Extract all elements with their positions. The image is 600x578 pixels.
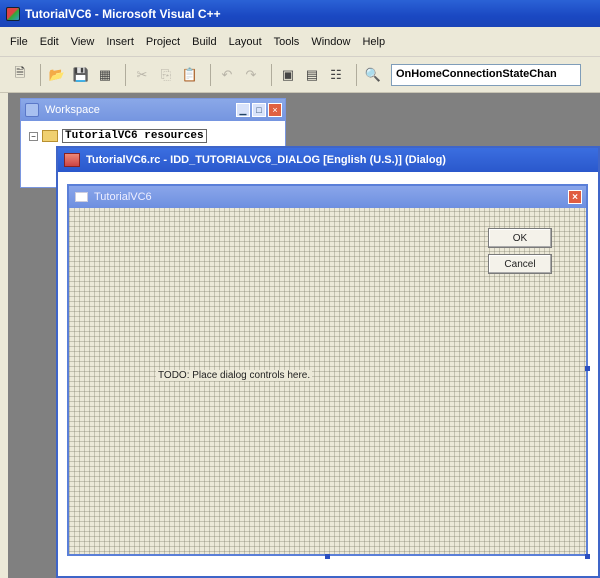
toolbar-separator [125, 63, 126, 86]
menu-layout[interactable]: Layout [229, 36, 262, 48]
workspace-title-bar[interactable]: Workspace ▁ □ × [21, 99, 285, 121]
save-all-icon[interactable]: ▦ [95, 65, 115, 85]
redo-icon[interactable]: ↷ [241, 65, 261, 85]
workspace-controls: ▁ □ × [236, 103, 282, 117]
maximize-icon[interactable]: □ [252, 103, 266, 117]
menu-file[interactable]: File [10, 36, 28, 48]
new-icon[interactable]: 🗎 [10, 65, 30, 85]
minimize-icon[interactable]: ▁ [236, 103, 250, 117]
windows-icon[interactable]: ☷ [326, 65, 346, 85]
folder-icon [42, 130, 58, 142]
editor-title-bar[interactable]: TutorialVC6.rc - IDD_TUTORIALVC6_DIALOG … [58, 148, 598, 172]
dialog-icon [75, 192, 88, 202]
menu-edit[interactable]: Edit [40, 36, 59, 48]
resource-icon [64, 153, 80, 167]
menu-bar: File Edit View Insert Project Build Layo… [0, 27, 600, 57]
output-icon[interactable]: ▤ [302, 65, 322, 85]
menu-tools[interactable]: Tools [274, 36, 300, 48]
copy-icon[interactable]: ⎘ [156, 65, 176, 85]
toolbar-separator [40, 63, 41, 86]
undo-icon[interactable]: ↶ [217, 65, 237, 85]
cancel-button[interactable]: Cancel [488, 254, 552, 274]
toolbar-separator [210, 63, 211, 86]
close-icon[interactable]: × [268, 103, 282, 117]
menu-insert[interactable]: Insert [106, 36, 134, 48]
menu-project[interactable]: Project [146, 36, 180, 48]
menu-help[interactable]: Help [362, 36, 385, 48]
resize-handle-bottom[interactable] [325, 554, 330, 559]
dock-strip [0, 93, 8, 578]
collapse-icon[interactable]: − [29, 131, 38, 141]
resize-handle-corner[interactable] [585, 554, 590, 559]
workspace-icon[interactable]: ▣ [278, 65, 298, 85]
tree-item-resources[interactable]: − TutorialVC6 resources [29, 129, 207, 143]
dialog-template[interactable]: TutorialVC6 × OK Cancel TODO: Place dial… [67, 184, 588, 556]
menu-view[interactable]: View [71, 36, 95, 48]
visual-cpp-icon[interactable] [6, 6, 20, 21]
app-title: TutorialVC6 - Microsoft Visual C++ [25, 6, 221, 21]
ok-button[interactable]: OK [488, 228, 552, 248]
workspace-title: Workspace [45, 104, 100, 116]
workspace-icon [25, 103, 39, 117]
member-combo[interactable]: OnHomeConnectionStateChan [391, 63, 581, 86]
dialog-title: TutorialVC6 [94, 191, 152, 203]
tree-item-label[interactable]: TutorialVC6 resources [62, 129, 207, 143]
resize-handle-right[interactable] [585, 366, 590, 371]
dialog-editor-window: TutorialVC6.rc - IDD_TUTORIALVC6_DIALOG … [56, 146, 600, 578]
cut-icon[interactable]: ✂ [132, 65, 152, 85]
save-icon[interactable]: 💾 [71, 65, 91, 85]
close-icon[interactable]: × [568, 190, 582, 204]
dialog-title-bar[interactable]: TutorialVC6 × [69, 186, 586, 208]
open-icon[interactable]: 📂 [47, 65, 67, 85]
editor-title: TutorialVC6.rc - IDD_TUTORIALVC6_DIALOG … [86, 154, 446, 166]
editor-canvas[interactable]: TutorialVC6 × OK Cancel TODO: Place dial… [58, 172, 598, 576]
toolbar: 🗎 📂 💾 ▦ ✂ ⎘ 📋 ↶ ↷ ▣ ▤ ☷ 🔍 OnHomeConnecti… [0, 57, 600, 93]
toolbar-separator [356, 63, 357, 86]
find-in-files-icon[interactable]: 🔍 [363, 65, 383, 85]
paste-icon[interactable]: 📋 [180, 65, 200, 85]
todo-static-text[interactable]: TODO: Place dialog controls here. [156, 370, 313, 381]
menu-window[interactable]: Window [311, 36, 350, 48]
toolbar-separator [271, 63, 272, 86]
app-title-bar[interactable]: TutorialVC6 - Microsoft Visual C++ [0, 0, 600, 27]
menu-build[interactable]: Build [192, 36, 216, 48]
